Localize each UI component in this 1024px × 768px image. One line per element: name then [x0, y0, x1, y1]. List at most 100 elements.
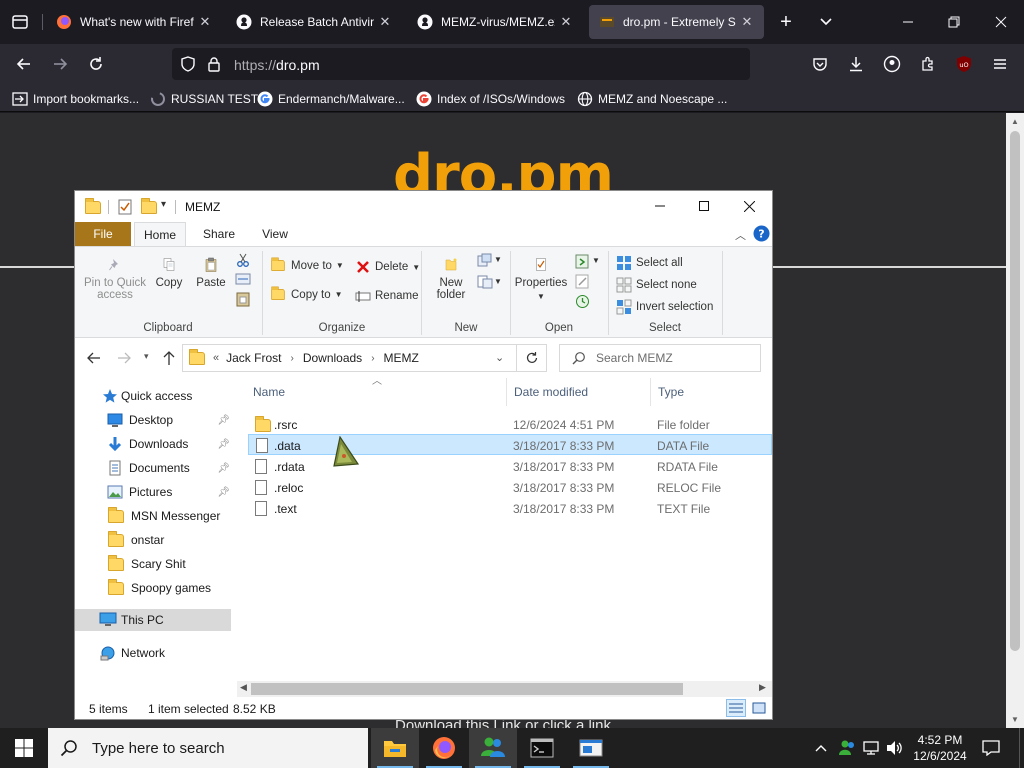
page-scrollbar-thumb[interactable]: [1010, 131, 1020, 651]
bookmark-memz-noescape[interactable]: MEMZ and Noescape ...: [577, 90, 727, 108]
close-icon[interactable]: ✕: [198, 14, 212, 30]
nav-scary-shit[interactable]: Scary Shit: [75, 553, 238, 575]
customize-toolbar-icon[interactable]: ▾: [161, 199, 166, 210]
pin-to-quick-access-button[interactable]: Pin to Quick access: [81, 257, 149, 301]
nav-this-pc[interactable]: This PC: [75, 609, 231, 631]
dropdown-arrow-icon[interactable]: ▼: [494, 277, 502, 286]
rename-button[interactable]: Rename: [355, 288, 418, 304]
back-arrow-icon[interactable]: [87, 351, 101, 365]
ribbon-tab-view[interactable]: View: [251, 222, 299, 246]
show-hidden-icons-button[interactable]: [814, 728, 828, 768]
ribbon-tab-share[interactable]: Share: [195, 222, 243, 246]
breadcrumb-item[interactable]: Downloads: [303, 351, 362, 365]
column-header-type[interactable]: Type: [652, 378, 772, 406]
close-icon[interactable]: ✕: [559, 14, 573, 30]
file-row[interactable]: .rsrc 12/6/2024 4:51 PM File folder: [250, 414, 772, 435]
taskbar-msn-messenger[interactable]: [469, 728, 517, 768]
scroll-right-icon[interactable]: ▶: [759, 682, 766, 693]
recent-locations-icon[interactable]: ▾: [144, 351, 149, 362]
breadcrumb-separator-icon[interactable]: ›: [290, 353, 293, 364]
nav-onstar[interactable]: onstar: [75, 529, 238, 551]
address-history-icon[interactable]: ⌄: [495, 351, 504, 364]
new-item-icon[interactable]: [477, 253, 493, 267]
bookmark-russian-test[interactable]: RUSSIAN TEST: [150, 90, 258, 108]
tray-network-icon[interactable]: [862, 728, 880, 768]
up-arrow-icon[interactable]: [162, 350, 176, 366]
downloads-button[interactable]: [844, 52, 868, 76]
tab-firefox-whats-new[interactable]: What's new with Firefox ✕: [46, 5, 222, 39]
dropdown-arrow-icon[interactable]: ▼: [592, 256, 600, 265]
breadcrumb-item[interactable]: MEMZ: [384, 351, 419, 365]
new-folder-quick-icon[interactable]: [141, 198, 157, 214]
forward-arrow-icon[interactable]: [117, 351, 131, 365]
forward-button[interactable]: [48, 52, 72, 76]
dropdown-arrow-icon[interactable]: ▼: [494, 255, 502, 264]
tray-volume-icon[interactable]: [886, 728, 904, 768]
open-icon[interactable]: [575, 254, 590, 269]
close-icon[interactable]: ✕: [378, 14, 392, 30]
overflow-chevron-icon[interactable]: «: [213, 352, 219, 364]
nav-desktop[interactable]: Desktop 📌︎: [75, 409, 238, 431]
nav-spoopy-games[interactable]: Spoopy games: [75, 577, 238, 599]
tab-memz-virus[interactable]: MEMZ-virus/MEMZ.exe ✕: [407, 5, 583, 39]
page-scrollbar[interactable]: ▲ ▼: [1006, 113, 1024, 728]
extensions-button[interactable]: [916, 52, 940, 76]
nav-pictures[interactable]: Pictures 📌︎: [75, 481, 238, 503]
nav-network[interactable]: Network: [75, 642, 238, 664]
new-tab-button[interactable]: +: [774, 10, 798, 34]
breadcrumb-item[interactable]: Jack Frost: [226, 351, 281, 365]
nav-msn-messenger[interactable]: MSN Messenger: [75, 505, 238, 527]
scroll-down-icon[interactable]: ▼: [1011, 715, 1019, 724]
ribbon-tab-home[interactable]: Home: [134, 222, 186, 246]
tab-dro-pm[interactable]: dro.pm - Extremely Short ✕: [589, 5, 764, 39]
history-icon[interactable]: [575, 294, 590, 309]
ribbon-tab-file[interactable]: File: [75, 222, 131, 246]
maximize-button[interactable]: [681, 191, 727, 221]
select-none-button[interactable]: Select none: [616, 277, 697, 293]
nav-documents[interactable]: Documents 📌︎: [75, 457, 238, 479]
new-folder-button[interactable]: New folder: [431, 257, 471, 301]
scroll-left-icon[interactable]: ◀: [240, 682, 247, 693]
minimize-browser-button[interactable]: [896, 10, 920, 34]
large-icons-view-button[interactable]: [749, 699, 769, 717]
start-button[interactable]: [0, 728, 48, 768]
file-row[interactable]: .text 3/18/2017 8:33 PM TEXT File: [250, 498, 772, 519]
tracking-protection-button[interactable]: [176, 52, 200, 76]
refresh-button[interactable]: [517, 344, 547, 372]
horizontal-scrollbar[interactable]: ◀ ▶: [237, 681, 772, 697]
file-row-selected[interactable]: .data 3/18/2017 8:33 PM DATA File: [248, 434, 772, 455]
search-box[interactable]: Search MEMZ: [559, 344, 761, 372]
breadcrumb-separator-icon[interactable]: ›: [371, 353, 374, 364]
close-icon[interactable]: ✕: [740, 14, 754, 30]
bookmark-isos-windows[interactable]: Index of /ISOs/Windows: [416, 90, 565, 108]
address-bar[interactable]: « Jack Frost › Downloads › MEMZ ⌄: [182, 344, 517, 372]
ublock-button[interactable]: uO: [952, 52, 976, 76]
properties-quick-icon[interactable]: [118, 199, 132, 215]
taskbar-command-prompt[interactable]: [518, 728, 566, 768]
site-info-button[interactable]: [202, 52, 226, 76]
reload-button[interactable]: [84, 52, 108, 76]
tab-release-batch-antivirus[interactable]: Release Batch Antivirus ✕: [226, 5, 402, 39]
taskbar-search-box[interactable]: Type here to search: [48, 728, 368, 768]
url-bar[interactable]: https://dro.pm: [172, 48, 750, 80]
collapse-ribbon-icon[interactable]: ︿: [735, 227, 746, 243]
show-desktop-button[interactable]: [1019, 728, 1024, 768]
nav-quick-access[interactable]: Quick access: [75, 385, 238, 407]
scroll-up-icon[interactable]: ▲: [1011, 117, 1019, 126]
account-button[interactable]: [880, 52, 904, 76]
action-center-button[interactable]: [982, 728, 1000, 768]
properties-button[interactable]: Properties ▼: [515, 257, 567, 303]
nav-downloads[interactable]: Downloads 📌︎: [75, 433, 238, 455]
delete-button[interactable]: Delete ▼: [355, 259, 420, 275]
column-header-name[interactable]: Name ︿: [250, 376, 507, 406]
edit-icon[interactable]: [575, 274, 590, 289]
list-all-tabs-button[interactable]: [8, 10, 32, 34]
pocket-button[interactable]: [808, 52, 832, 76]
move-to-button[interactable]: Move to ▼: [270, 257, 344, 272]
restore-browser-button[interactable]: [942, 10, 966, 34]
help-icon[interactable]: ?: [753, 225, 770, 242]
list-tabs-button[interactable]: [814, 10, 838, 34]
taskbar-remote-desktop[interactable]: [567, 728, 615, 768]
column-header-date[interactable]: Date modified: [508, 378, 651, 406]
url-text[interactable]: https://dro.pm: [234, 57, 320, 73]
